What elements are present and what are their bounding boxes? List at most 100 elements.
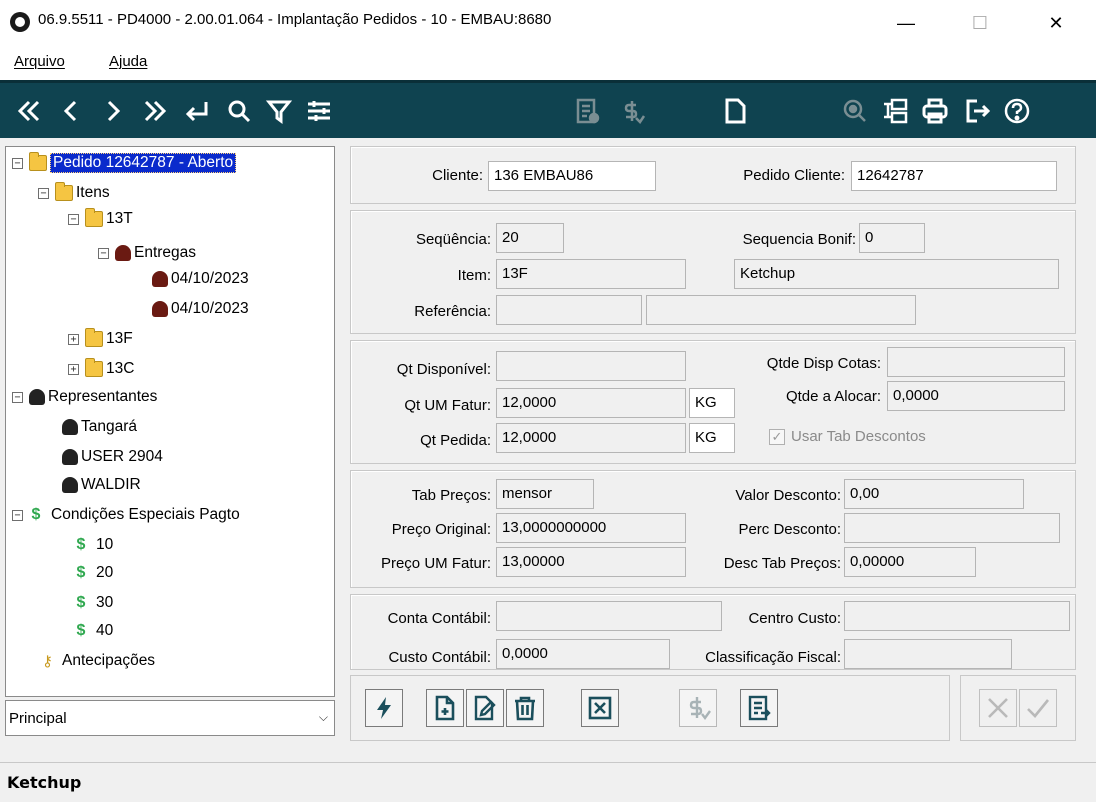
delete-button[interactable] [506,689,544,727]
previous-icon[interactable] [52,91,90,131]
sequence-field[interactable]: 20 [496,223,564,253]
tree-node-rep-2[interactable]: USER 2904 [62,446,163,468]
discount-value-field[interactable]: 0,00 [844,479,1024,509]
tree-node-rep-3[interactable]: WALDIR [62,474,141,496]
last-icon[interactable] [136,91,174,131]
quota-label: Qtde Disp Cotas: [766,355,881,372]
sequence-label: Seqüência: [415,231,491,248]
close-button[interactable]: ✕ [1026,0,1086,46]
price-table-field[interactable]: mensor [496,479,594,509]
tree-node-13c[interactable]: + 13C [68,358,134,380]
allocate-label: Qtde a Alocar: [785,388,881,405]
dollar-icon: $ [76,536,86,553]
accounting-cost-field[interactable]: 0,0000 [496,639,670,669]
client-order-label: Pedido Cliente: [743,167,845,184]
ordered-qty-field[interactable]: 12,0000 [496,423,686,453]
report-button[interactable] [740,689,778,727]
view-select[interactable]: Principal ⌵ [5,700,335,736]
tree-node-items[interactable]: − Itens [38,182,110,204]
collapse-icon[interactable]: − [12,391,23,403]
menu-arquivo[interactable]: Arquivo [14,53,65,70]
tree-label-representatives: Representantes [48,388,158,405]
edit-document-icon [474,695,496,721]
document-icon[interactable] [716,91,754,131]
collapse-icon[interactable]: − [12,157,23,169]
chevron-down-icon[interactable]: ⌵ [319,710,328,725]
ordered-unit-field: KG [689,423,735,453]
tree-node-13t[interactable]: − 13T [68,208,133,230]
tree-node-order[interactable]: − Pedido 12642787 - Aberto [12,152,237,174]
collapse-icon[interactable]: − [98,247,109,259]
bonus-seq-field[interactable]: 0 [859,223,925,253]
dollar-icon: $ [76,622,86,639]
reference-label: Referência: [414,303,491,320]
structure-icon[interactable] [876,91,914,131]
um-price-field[interactable]: 13,00000 [496,547,686,577]
use-discount-checkbox[interactable]: ✓ [769,429,785,445]
new-button[interactable] [426,689,464,727]
tree-label-cond-1: 10 [96,536,114,553]
expand-icon[interactable]: + [68,363,79,375]
tree-panel: − Pedido 12642787 - Aberto − Itens − 13T… [5,146,335,697]
collapse-icon[interactable]: − [38,187,49,199]
tree-node-delivery-1[interactable]: 04/10/2023 [152,268,249,290]
folder-icon [85,358,103,377]
query-icon [836,91,874,131]
return-icon[interactable] [178,91,216,131]
help-icon[interactable] [998,91,1036,131]
window-title: 06.9.5511 - PD4000 - 2.00.01.064 - Impla… [38,11,552,28]
table-discount-field[interactable]: 0,00000 [844,547,976,577]
maximize-button[interactable]: ☐ [950,0,1010,46]
tree-node-representatives[interactable]: − Representantes [12,386,157,408]
menu-ajuda[interactable]: Ajuda [109,53,147,70]
title-bar: 06.9.5511 - PD4000 - 2.00.01.064 - Impla… [0,0,1096,46]
allocate-field[interactable]: 0,0000 [887,381,1065,411]
first-icon[interactable] [10,91,48,131]
cancel-item-button[interactable] [581,689,619,727]
edit-button[interactable] [466,689,504,727]
reference-field[interactable] [496,295,642,325]
price-icon [689,697,711,721]
tree-node-cond-2[interactable]: $ 20 [74,562,114,584]
minimize-button[interactable]: — [876,0,936,46]
tree-node-special-conditions[interactable]: − $ Condições Especiais Pagto [12,504,240,526]
collapse-icon[interactable]: − [12,509,23,521]
exit-icon[interactable] [958,91,996,131]
original-price-field[interactable]: 13,0000000000 [496,513,686,543]
print-icon[interactable] [916,91,954,131]
tree-node-cond-3[interactable]: $ 30 [74,592,114,614]
tree-node-cond-1[interactable]: $ 10 [74,534,114,556]
report-icon [748,695,771,721]
client-order-field[interactable]: 12642787 [851,161,1057,191]
cost-center-label: Centro Custo: [748,610,841,627]
client-field[interactable]: 136 EMBAU86 [488,161,656,191]
header-group: Cliente: 136 EMBAU86 Pedido Cliente: 126… [350,146,1076,204]
cost-center-field[interactable] [844,601,1070,631]
tree-node-advances[interactable]: ⚷ Antecipações [42,650,155,672]
tree-node-rep-1[interactable]: Tangará [62,416,137,438]
close-icon [988,698,1008,718]
tree-node-cond-4[interactable]: $ 40 [74,620,114,642]
next-icon[interactable] [94,91,132,131]
folder-icon [29,152,47,171]
available-field[interactable] [496,351,686,381]
discount-pct-field[interactable] [844,513,1060,543]
collapse-icon[interactable]: − [68,213,79,225]
fiscal-class-field[interactable] [844,639,1012,669]
quota-field[interactable] [887,347,1065,377]
tree-node-deliveries[interactable]: − Entregas [98,242,196,264]
tree-node-delivery-2[interactable]: 04/10/2023 [152,298,249,320]
status-bar: Ketchup [0,762,1096,802]
process-button[interactable] [365,689,403,727]
confirm-button [1019,689,1057,727]
item-field[interactable]: 13F [496,259,686,289]
settings-icon[interactable] [300,91,338,131]
um-qty-field[interactable]: 12,0000 [496,388,686,418]
search-icon[interactable] [220,91,258,131]
dollar-icon: $ [76,564,86,581]
discount-value-label: Valor Desconto: [735,487,841,504]
tree-node-13f[interactable]: + 13F [68,328,133,350]
filter-icon[interactable] [260,91,298,131]
tree-label-13c: 13C [106,360,135,377]
expand-icon[interactable]: + [68,333,79,345]
